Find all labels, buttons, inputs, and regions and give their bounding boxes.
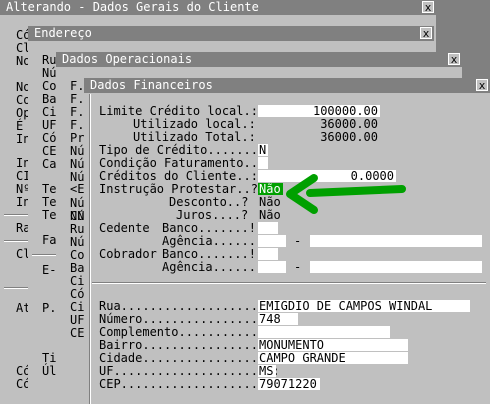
cidade-field[interactable]: CAMPO GRANDE [258, 352, 408, 364]
cedente-label: Cedente [99, 221, 150, 235]
window-dados-financeiros-titlebar[interactable]: Dados Financeiros [84, 78, 490, 93]
close-icon[interactable]: x [422, 1, 434, 14]
field-label-fragment: Fa [42, 233, 57, 247]
left-frame [89, 94, 91, 404]
condicao-faturamento-field[interactable] [258, 157, 268, 169]
complemento-field[interactable] [258, 326, 390, 338]
window-title: Alterando - Dados Gerais do Cliente [6, 0, 259, 14]
field-label-fragment: E- [42, 263, 57, 277]
close-icon[interactable]: x [448, 53, 460, 66]
cobrador-agencia-dash: - [294, 260, 302, 274]
cep-label: CEP.....................: [99, 377, 280, 391]
juros-value[interactable]: Não [259, 209, 281, 222]
window-title: Dados Financeiros [90, 78, 213, 92]
cedente-agencia-field[interactable] [258, 235, 286, 247]
tipo-credito-field[interactable]: N [258, 144, 268, 156]
window-dados-operacionais-titlebar[interactable]: Dados Operacionais [56, 52, 462, 67]
cedente-agencia-digit-field[interactable] [310, 235, 482, 247]
instrucao-protestar-field[interactable]: Não [258, 183, 283, 195]
field-label-fragment: CE [70, 326, 85, 340]
bairro-field[interactable]: MONUMENTO [258, 339, 408, 351]
limite-credito-field[interactable]: 100000.00 [258, 105, 380, 117]
creditos-cliente-field[interactable]: 0.0000 [258, 170, 396, 182]
uf-field[interactable]: MS [258, 365, 276, 377]
window-title: Dados Operacionais [62, 52, 193, 66]
cep-field[interactable]: 79071220 [258, 378, 320, 390]
numero-field[interactable]: 748 [258, 313, 298, 325]
cedente-agencia-dash: - [294, 234, 302, 248]
separator [92, 282, 486, 284]
cobrador-label: Cobrador [99, 247, 157, 261]
field-label-fragment: Ca [42, 157, 57, 171]
field-label-fragment: Te [42, 208, 57, 222]
cobrador-agencia-label: Agência......! [162, 260, 264, 274]
window-endereco-titlebar[interactable]: Endereço [28, 26, 434, 41]
cobrador-agencia-field[interactable] [258, 261, 286, 273]
window-title: Endereço [34, 26, 92, 40]
field-label-fragment: Úl [42, 364, 57, 378]
window-dados-gerais-titlebar[interactable]: Alterando - Dados Gerais do Cliente [0, 0, 436, 15]
field-label-fragment: <E [70, 182, 85, 196]
cobrador-agencia-digit-field[interactable] [310, 261, 482, 273]
cobrador-banco-field[interactable] [258, 248, 278, 260]
close-icon[interactable]: x [476, 79, 488, 92]
cedente-banco-field[interactable] [258, 222, 278, 234]
rua-field[interactable]: EMIGDIO DE CAMPOS WINDAL [258, 300, 470, 312]
window-dados-financeiros: Dados Financeiros x Limite Crédito local… [84, 78, 490, 404]
utilizado-total-value: 36000.00 [320, 130, 378, 144]
close-icon[interactable]: x [420, 27, 432, 40]
field-label-fragment: P. [42, 301, 57, 315]
